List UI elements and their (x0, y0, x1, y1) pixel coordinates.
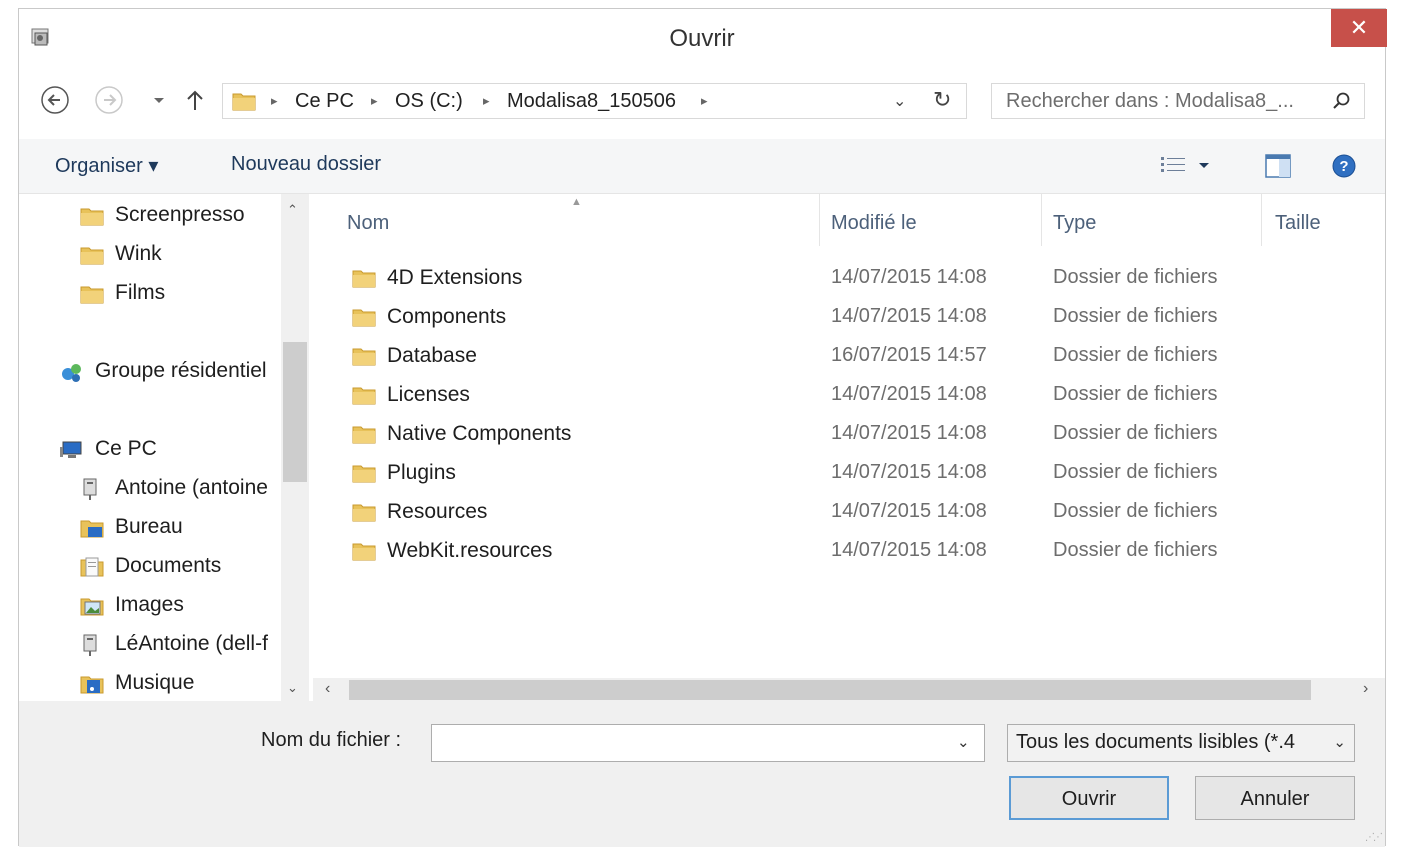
scroll-up-icon[interactable]: ⌃ (287, 202, 298, 218)
folder-icon (352, 309, 376, 327)
open-button[interactable]: Ouvrir (1009, 776, 1169, 820)
window-title: Ouvrir (669, 25, 735, 52)
breadcrumb-ce-pc[interactable]: Ce PC (295, 90, 354, 113)
search-icon[interactable] (1332, 91, 1352, 111)
breadcrumb-separator-icon[interactable]: ▸ (371, 93, 378, 109)
file-type-filter-select[interactable]: Tous les documents lisibles (*.4 ⌄ (1007, 724, 1355, 762)
scroll-left-icon[interactable]: ‹ (325, 680, 330, 698)
file-list: ▲ Nom Modifié le Type Taille 4D Extensio… (313, 194, 1385, 701)
column-header-size[interactable]: Taille (1275, 212, 1321, 235)
scrollbar-thumb[interactable] (349, 680, 1311, 700)
folder-icon (352, 504, 376, 522)
computer-icon (60, 441, 82, 458)
breadcrumb-separator-icon[interactable]: ▸ (483, 93, 490, 109)
filename-input[interactable] (431, 724, 985, 762)
preview-pane-icon[interactable] (1263, 151, 1293, 181)
recent-locations-chevron-icon[interactable] (143, 84, 175, 116)
breadcrumb-separator-icon[interactable]: ▸ (701, 93, 708, 109)
bottom-panel: Nom du fichier : ⌄ Tous les documents li… (19, 701, 1385, 847)
folder-icon (352, 543, 376, 561)
cancel-button[interactable]: Annuler (1195, 776, 1355, 820)
folder-icon (232, 93, 256, 111)
column-divider[interactable] (1041, 194, 1042, 246)
command-toolbar: Organiser ▾ Nouveau dossier ? (19, 139, 1385, 194)
music-folder-icon (80, 676, 104, 694)
images-folder-icon (80, 598, 104, 616)
nav-pane-scrollbar[interactable]: ⌃ ⌄ (281, 194, 309, 701)
column-header-type[interactable]: Type (1053, 212, 1096, 235)
folder-icon (80, 286, 104, 304)
folder-icon (352, 387, 376, 405)
table-row[interactable]: 4D Extensions 14/07/2015 14:08 Dossier d… (313, 259, 1385, 298)
documents-folder-icon (80, 557, 104, 577)
content-area: Screenpresso Wink Films Groupe résidenti… (19, 194, 1385, 701)
filename-dropdown-icon[interactable]: ⌄ (957, 733, 970, 751)
column-divider[interactable] (819, 194, 820, 246)
svg-text:?: ? (1339, 158, 1348, 175)
scroll-down-icon[interactable]: ⌄ (287, 680, 298, 696)
table-row[interactable]: Database 16/07/2015 14:57 Dossier de fic… (313, 337, 1385, 376)
back-button[interactable] (39, 84, 71, 116)
scroll-right-icon[interactable]: › (1363, 680, 1368, 698)
file-list-horizontal-scrollbar[interactable]: ‹ › (313, 678, 1385, 701)
table-row[interactable]: Components 14/07/2015 14:08 Dossier de f… (313, 298, 1385, 337)
organize-button[interactable]: Organiser ▾ (55, 153, 158, 178)
folder-icon (80, 247, 104, 265)
view-options-icon[interactable] (1159, 153, 1215, 179)
breadcrumb-modalisa[interactable]: Modalisa8_150506 (507, 90, 676, 113)
folder-icon (352, 426, 376, 444)
sort-ascending-icon: ▲ (571, 196, 582, 208)
open-dialog: Ouvrir ✕ ▸ Ce PC ▸ OS (C:) ▸ Modalisa8_1… (18, 8, 1387, 847)
forward-button[interactable] (93, 84, 125, 116)
address-bar[interactable]: ▸ Ce PC ▸ OS (C:) ▸ Modalisa8_150506 ▸ ⌄… (222, 83, 967, 119)
column-header-name[interactable]: Nom (347, 212, 389, 235)
table-row[interactable]: Native Components 14/07/2015 14:08 Dossi… (313, 415, 1385, 454)
folder-icon (80, 208, 104, 226)
table-row[interactable]: Resources 14/07/2015 14:08 Dossier de fi… (313, 493, 1385, 532)
homegroup-icon (62, 364, 81, 382)
refresh-icon[interactable]: ↻ (933, 87, 951, 113)
file-type-filter-value: Tous les documents lisibles (*.4 (1016, 731, 1296, 753)
column-divider[interactable] (1261, 194, 1262, 246)
address-dropdown-icon[interactable]: ⌄ (893, 91, 906, 111)
resize-grip-icon[interactable]: ⋰⋰ (1365, 832, 1383, 843)
folder-icon (352, 270, 376, 288)
navigation-pane: Screenpresso Wink Films Groupe résidenti… (19, 194, 309, 701)
navigation-bar: ▸ Ce PC ▸ OS (C:) ▸ Modalisa8_150506 ▸ ⌄… (19, 67, 1385, 139)
new-folder-button[interactable]: Nouveau dossier (231, 153, 381, 176)
network-drive-icon (83, 634, 97, 656)
up-arrow-icon[interactable] (179, 84, 211, 116)
folder-icon (352, 348, 376, 366)
search-box[interactable]: Rechercher dans : Modalisa8_... (991, 83, 1365, 119)
close-button[interactable]: ✕ (1331, 9, 1387, 47)
help-icon[interactable]: ? (1329, 151, 1359, 181)
table-row[interactable]: WebKit.resources 14/07/2015 14:08 Dossie… (313, 532, 1385, 571)
breadcrumb-os-c[interactable]: OS (C:) (395, 90, 463, 113)
network-drive-icon (83, 478, 97, 500)
scrollbar-thumb[interactable] (283, 342, 307, 482)
table-row[interactable]: Licenses 14/07/2015 14:08 Dossier de fic… (313, 376, 1385, 415)
folder-icon (352, 465, 376, 483)
title-bar: Ouvrir ✕ (19, 9, 1387, 67)
filename-label: Nom du fichier : (261, 729, 402, 751)
desktop-folder-icon (80, 520, 104, 538)
chevron-down-icon: ⌄ (1333, 734, 1346, 751)
table-row[interactable]: Plugins 14/07/2015 14:08 Dossier de fich… (313, 454, 1385, 493)
column-header-modified[interactable]: Modifié le (831, 212, 917, 235)
breadcrumb-separator-icon: ▸ (271, 93, 278, 108)
search-input[interactable]: Rechercher dans : Modalisa8_... (1006, 90, 1294, 113)
